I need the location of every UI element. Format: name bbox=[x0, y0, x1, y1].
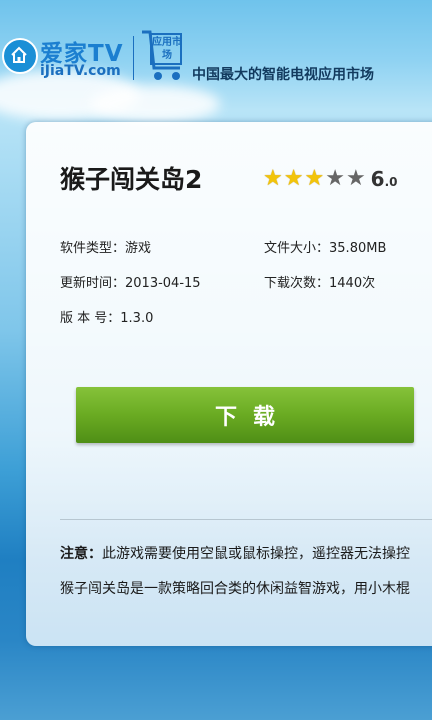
updated-value: 2013-04-15 bbox=[125, 276, 201, 291]
version-label: 版 本 号： bbox=[60, 311, 121, 326]
description-line: 猴子闯关岛是一款策略回合类的休闲益智游戏，用小木棍 bbox=[60, 578, 432, 600]
downloads-label: 下载次数： bbox=[264, 276, 330, 291]
updated-info: 更新时间：2013-04-15 bbox=[60, 272, 201, 291]
rating-score: 6.0 bbox=[370, 167, 398, 191]
downloads-value: 1440次 bbox=[329, 276, 376, 291]
cart-icon: 应用市场 bbox=[140, 28, 186, 84]
star-filled-icon: ★ bbox=[263, 166, 283, 191]
version-value: 1.3.0 bbox=[120, 311, 154, 326]
star-filled-icon: ★ bbox=[304, 166, 325, 191]
app-detail-panel bbox=[26, 122, 432, 646]
star-empty-icon: ★ bbox=[345, 166, 366, 191]
cart-label: 应用市场 bbox=[152, 37, 182, 61]
slogan: 中国最大的智能电视应用市场 bbox=[192, 67, 374, 83]
header: 爱家TV iJiaTV.com 应用市场 中国最大的智能电视应用市场 bbox=[0, 0, 432, 110]
size-value: 35.80MB bbox=[329, 241, 387, 256]
version-info: 版 本 号：1.3.0 bbox=[60, 307, 153, 326]
download-button[interactable]: 下载 bbox=[76, 387, 414, 443]
downloads-info: 下载次数：1440次 bbox=[264, 272, 375, 291]
category-value: 游戏 bbox=[125, 241, 152, 256]
size-info: 文件大小：35.80MB bbox=[264, 237, 386, 256]
section-divider bbox=[60, 519, 432, 520]
star-filled-icon: ★ bbox=[283, 166, 304, 191]
note-line: 注意：此游戏需要使用空鼠或鼠标操控，遥控器无法操控 bbox=[60, 543, 432, 565]
header-divider bbox=[133, 36, 134, 80]
rating: ★ ★ ★ ★ ★ 6.0 bbox=[263, 166, 398, 192]
app-description: 猴子闯关岛是一款策略回合类的休闲益智游戏，用小木棍 bbox=[60, 581, 410, 597]
app-title: 猴子闯关岛2 bbox=[60, 165, 203, 194]
category-label: 软件类型： bbox=[60, 241, 126, 256]
brand-url: iJiaTV.com bbox=[40, 63, 121, 79]
star-empty-icon: ★ bbox=[325, 166, 345, 191]
note-text: 此游戏需要使用空鼠或鼠标操控，遥控器无法操控 bbox=[102, 546, 410, 562]
updated-label: 更新时间： bbox=[60, 276, 126, 291]
category-info: 软件类型：游戏 bbox=[60, 237, 151, 256]
home-logo-icon bbox=[2, 38, 38, 74]
size-label: 文件大小： bbox=[264, 241, 330, 256]
note-label: 注意： bbox=[60, 546, 102, 562]
